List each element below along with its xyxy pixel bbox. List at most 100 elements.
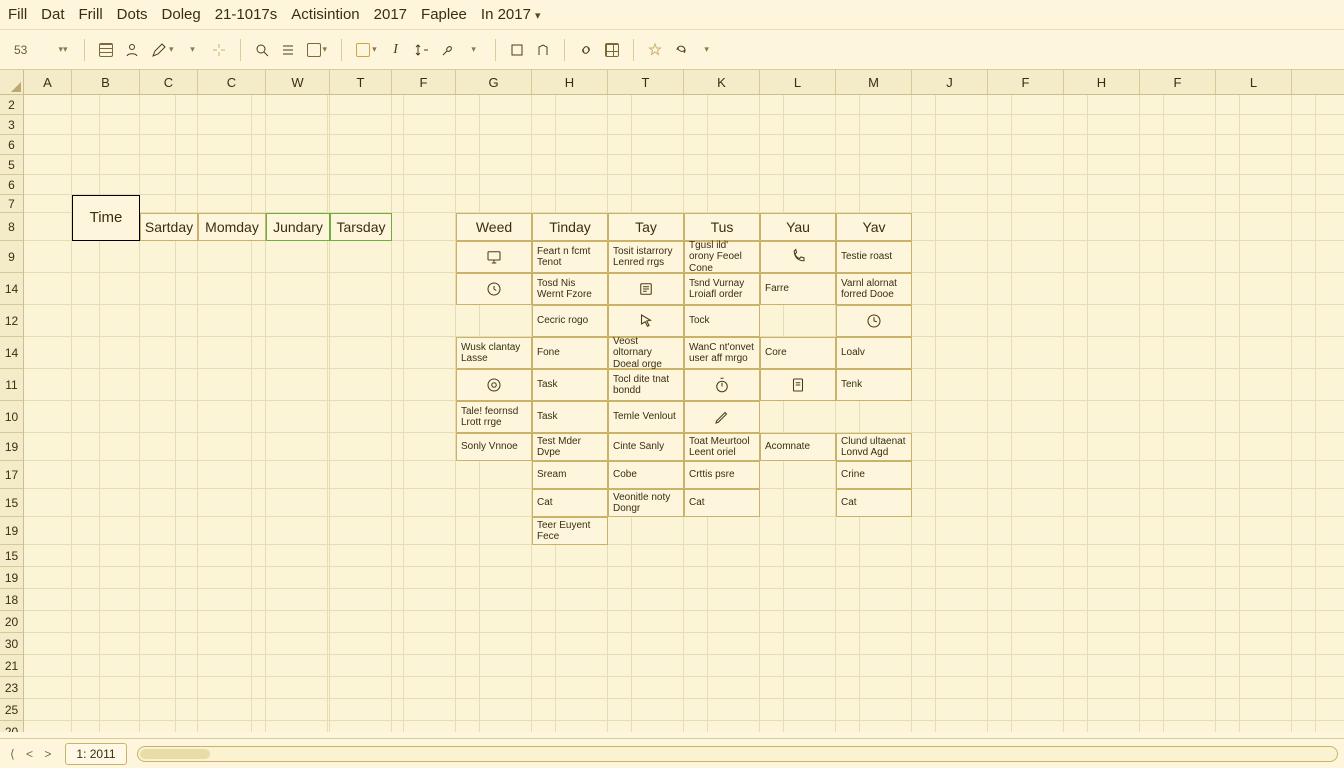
row-header[interactable]: 10 <box>0 401 23 433</box>
column-header[interactable]: F <box>988 70 1064 94</box>
target-icon[interactable] <box>456 369 532 401</box>
sheet-prev-icon[interactable]: < <box>22 747 37 761</box>
cell[interactable]: Cat <box>532 489 608 517</box>
cell[interactable]: Wusk clantay Lasse <box>456 337 532 369</box>
day-header[interactable]: Momday <box>198 213 266 241</box>
column-header[interactable]: H <box>1064 70 1140 94</box>
cell[interactable]: Veost oltornary Doeal orge <box>608 337 684 369</box>
cell[interactable]: Task <box>532 369 608 401</box>
caret-down-icon[interactable]: ▾ <box>696 39 718 61</box>
column-header[interactable]: T <box>330 70 392 94</box>
row-header[interactable]: 14 <box>0 337 23 369</box>
column-header[interactable]: J <box>912 70 988 94</box>
monitor-icon[interactable] <box>456 241 532 273</box>
column-header[interactable]: B <box>72 70 140 94</box>
cell[interactable]: Sream <box>532 461 608 489</box>
row-header[interactable]: 14 <box>0 273 23 305</box>
menu-dots[interactable]: Dots <box>117 6 148 23</box>
cell[interactable]: Tgusl ild' orony Feoel Cone <box>684 241 760 273</box>
row-header[interactable]: 5 <box>0 155 23 175</box>
pen-icon[interactable] <box>684 401 760 433</box>
menu-dat[interactable]: Dat <box>41 6 64 23</box>
row-header[interactable]: 12 <box>0 305 23 337</box>
dropdown-icon[interactable]: ▾▾ <box>52 39 74 61</box>
stopwatch-icon[interactable] <box>684 369 760 401</box>
row-header[interactable]: 19 <box>0 567 23 589</box>
refresh-icon[interactable] <box>670 39 692 61</box>
cell[interactable]: Loalv <box>836 337 912 369</box>
column-header[interactable]: M <box>836 70 912 94</box>
row-header[interactable]: 6 <box>0 135 23 155</box>
grid-icon[interactable] <box>95 39 117 61</box>
row-header[interactable]: 6 <box>0 175 23 195</box>
column-header[interactable]: T <box>608 70 684 94</box>
clock-icon[interactable] <box>836 305 912 337</box>
sheet-nav[interactable]: ⟨ < > <box>6 747 55 761</box>
row-header[interactable]: 30 <box>0 633 23 655</box>
sheet-next-icon[interactable]: > <box>40 747 55 761</box>
cell[interactable]: Clund ultaenat Lonvd Agd <box>836 433 912 461</box>
column-header[interactable]: F <box>1140 70 1216 94</box>
menu-fill[interactable]: Fill <box>8 6 27 23</box>
cell[interactable]: Farre <box>760 273 836 305</box>
column-header[interactable]: H <box>532 70 608 94</box>
shape-a-icon[interactable] <box>506 39 528 61</box>
row-header[interactable]: 15 <box>0 545 23 567</box>
row-header[interactable]: 19 <box>0 517 23 545</box>
sheet-first-icon[interactable]: ⟨ <box>6 747 19 761</box>
cell[interactable]: Crine <box>836 461 912 489</box>
num-icon[interactable]: ▾ <box>352 39 381 61</box>
cell[interactable]: Acomnate <box>760 433 836 461</box>
page-icon[interactable] <box>760 369 836 401</box>
row-header[interactable]: 23 <box>0 677 23 699</box>
shape-b-icon[interactable] <box>532 39 554 61</box>
star-icon[interactable] <box>644 39 666 61</box>
search-icon[interactable] <box>251 39 273 61</box>
row-header[interactable]: 8 <box>0 213 23 241</box>
day-header[interactable]: Tarsday <box>330 213 392 241</box>
row-header[interactable]: 17 <box>0 461 23 489</box>
day-header[interactable]: Sartday <box>140 213 198 241</box>
cell[interactable]: Teer Euyent Fece <box>532 517 608 545</box>
cursor-icon[interactable] <box>608 305 684 337</box>
cell[interactable]: Tock <box>684 305 760 337</box>
cell[interactable]: Toat Meurtool Leent oriel <box>684 433 760 461</box>
menu-21-1017s[interactable]: 21-1017s <box>215 6 278 23</box>
menu-doleg[interactable]: Doleg <box>162 6 201 23</box>
cell[interactable]: Tocl dite tnat bondd <box>608 369 684 401</box>
menu-actisintion[interactable]: Actisintion <box>291 6 359 23</box>
italic-icon[interactable]: I <box>385 39 407 61</box>
time-header[interactable]: Time <box>72 195 140 241</box>
day-header[interactable]: Yav <box>836 213 912 241</box>
cell[interactable]: Cinte Sanly <box>608 433 684 461</box>
select-all-corner[interactable] <box>0 70 24 95</box>
list-icon[interactable] <box>608 273 684 305</box>
cell[interactable]: Crttis psre <box>684 461 760 489</box>
pen-icon[interactable]: ▾ <box>147 39 178 61</box>
name-box[interactable]: 53 <box>8 43 48 57</box>
cell[interactable]: Veonitle noty Dongr <box>608 489 684 517</box>
horizontal-scrollbar[interactable] <box>137 746 1338 762</box>
row-header[interactable]: 20 <box>0 721 23 732</box>
day-header[interactable]: Tay <box>608 213 684 241</box>
menu-faplee[interactable]: Faplee <box>421 6 467 23</box>
row-header[interactable]: 19 <box>0 433 23 461</box>
day-header[interactable]: Yau <box>760 213 836 241</box>
column-header[interactable]: L <box>760 70 836 94</box>
phone-icon[interactable] <box>760 241 836 273</box>
column-header[interactable]: F <box>392 70 456 94</box>
cell[interactable]: Tenk <box>836 369 912 401</box>
day-header[interactable]: Tus <box>684 213 760 241</box>
row-header[interactable]: 7 <box>0 195 23 213</box>
caret-down-icon[interactable]: ▾ <box>182 39 204 61</box>
column-header[interactable]: K <box>684 70 760 94</box>
column-header[interactable]: W <box>266 70 330 94</box>
cell[interactable]: Tosit istarrory Lenred rrgs <box>608 241 684 273</box>
column-header[interactable]: G <box>456 70 532 94</box>
cell[interactable]: Varnl alornat forred Dooe <box>836 273 912 305</box>
row-header[interactable]: 2 <box>0 95 23 115</box>
table-icon[interactable] <box>601 39 623 61</box>
row-header[interactable]: 3 <box>0 115 23 135</box>
cell[interactable]: Temle Venlout <box>608 401 684 433</box>
cell[interactable]: Testie roast <box>836 241 912 273</box>
